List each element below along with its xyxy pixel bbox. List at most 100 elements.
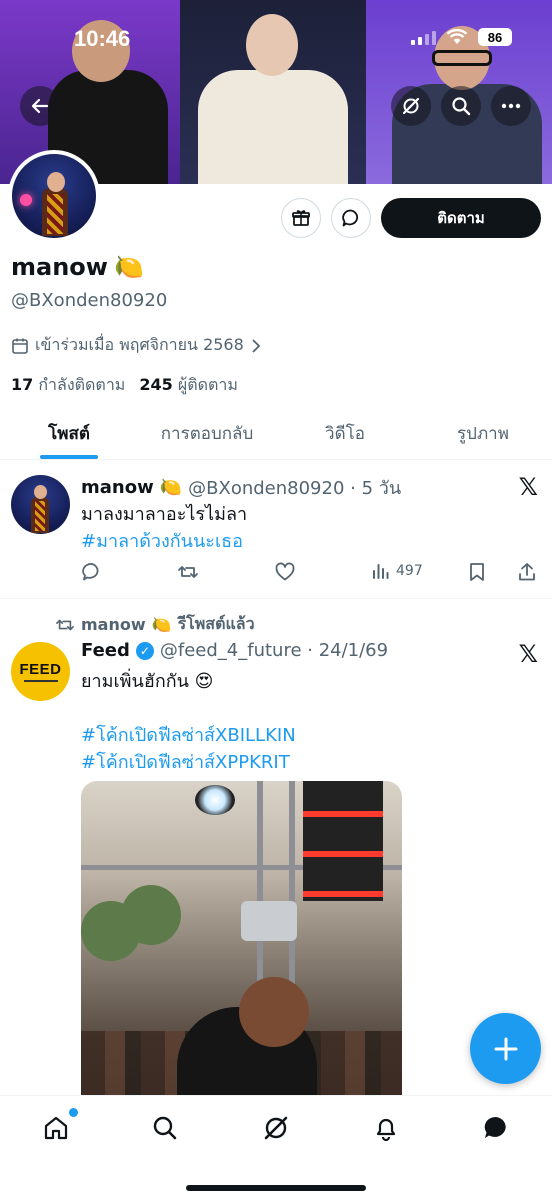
post-author-name[interactable]: Feed (81, 640, 130, 661)
views-button[interactable]: 497 (371, 561, 423, 581)
status-time: 10:46 (74, 26, 131, 51)
tab-photos[interactable]: รูปภาพ (414, 408, 552, 459)
profile-tabs: โพสต์ การตอบกลับ วิดีโอ รูปภาพ (0, 408, 552, 460)
hashtag-link[interactable]: #โค้กเปิดฟีลซ่าส์XPPKRIT (81, 749, 296, 776)
gift-icon (292, 210, 310, 226)
post-text: มาลงมาลาอะไรไม่ลา (81, 504, 248, 525)
lemon-emoji: 🍋 (151, 615, 172, 634)
more-icon (501, 103, 521, 109)
avatar-head (47, 172, 65, 192)
like-button[interactable] (274, 561, 296, 583)
tab-replies[interactable]: การตอบกลับ (138, 408, 276, 459)
led-panel (303, 781, 383, 901)
lemon-emoji: 🍋 (113, 253, 144, 281)
share-icon (519, 563, 535, 581)
post-avatar[interactable]: FEED (11, 642, 70, 701)
avatar-scarf (35, 501, 45, 531)
follow-stats: 17 กำลังติดตาม 245 ผู้ติดตาม (11, 373, 238, 398)
joined-text: เข้าร่วมเมื่อ พฤศจิกายน 2568 (35, 335, 244, 354)
nav-grok[interactable] (258, 1110, 294, 1146)
feed-logo: FEED (19, 661, 62, 678)
grok-icon (264, 1116, 288, 1140)
repost-indicator: manow 🍋 รีโพสต์แล้ว (55, 612, 255, 637)
repost-icon (56, 619, 74, 630)
post-body: มาลงมาลาอะไรไม่ลา #มาลาด้วงกันนะเธอ (81, 501, 247, 555)
search-icon (452, 97, 471, 116)
more-button[interactable] (491, 86, 531, 126)
post-header: Feed ✓ @feed_4_future · 24/1/69 (81, 640, 388, 661)
battery-icon: 86 (478, 28, 512, 46)
bookmark-icon (470, 563, 484, 581)
banner-person-2-body (198, 70, 348, 184)
nav-search[interactable] (147, 1110, 183, 1146)
chevron-right-icon[interactable] (250, 338, 262, 354)
hashtag-link[interactable]: #โค้กเปิดฟีลซ่าส์XBILLKIN (81, 722, 296, 749)
avatar-head (34, 485, 47, 499)
nav-home[interactable] (38, 1108, 78, 1146)
signal-icon (411, 29, 436, 45)
post-handle-time: @BXonden80920 · 5 วัน (188, 478, 402, 499)
post-text: ยามเพิ่นฮักกัน 😍 (81, 671, 214, 692)
bell-icon (376, 1118, 396, 1142)
repost-button[interactable] (177, 561, 199, 583)
share-button[interactable] (517, 561, 537, 583)
x-logo-icon: 𝕏 (518, 473, 538, 501)
avatar-scarf (47, 194, 63, 234)
verified-badge-icon: ✓ (135, 641, 154, 660)
stage-light (195, 785, 235, 815)
x-logo-icon: 𝕏 (518, 640, 538, 668)
bottom-navigation (0, 1095, 552, 1199)
hashtag-link[interactable]: #มาลาด้วงกันนะเธอ (81, 528, 247, 555)
post[interactable]: manow 🍋 @BXonden80920 · 5 วัน 𝕏 มาลงมาลา… (0, 461, 552, 599)
home-icon (44, 1116, 68, 1140)
followers-count: 245 (139, 375, 173, 394)
profile-avatar[interactable] (8, 150, 100, 242)
search-icon (153, 1116, 177, 1140)
repost-icon (178, 566, 198, 578)
tree (121, 885, 181, 945)
following-label: กำลังติดตาม (38, 375, 126, 394)
grok-icon (402, 97, 420, 115)
message-button[interactable] (331, 198, 371, 238)
tab-videos[interactable]: วิดีโอ (276, 408, 414, 459)
post-actions: 497 (81, 561, 541, 583)
post-author-name[interactable]: manow (81, 477, 154, 498)
profile-handle: @BXonden80920 (11, 290, 168, 311)
bookmark-button[interactable] (467, 561, 487, 583)
chat-bubble-icon (342, 209, 359, 227)
led-chevron (303, 857, 383, 897)
post-header: manow 🍋 @BXonden80920 · 5 วัน (81, 473, 401, 502)
joined-date: เข้าร่วมเมื่อ พฤศจิกายน 2568 (11, 333, 262, 358)
nav-notifications[interactable] (368, 1110, 404, 1146)
reply-button[interactable] (81, 561, 103, 583)
post-avatar[interactable] (11, 475, 70, 534)
compose-button[interactable] (470, 1013, 541, 1084)
banner-person-2-head (246, 14, 298, 76)
performer-head (239, 977, 309, 1047)
followers-link[interactable]: 245 ผู้ติดตาม (139, 373, 238, 398)
profile-name: manow 🍋 (11, 253, 144, 281)
back-arrow-icon (31, 98, 49, 114)
led-chevron (303, 817, 383, 857)
post[interactable]: manow 🍋 รีโพสต์แล้ว FEED Feed ✓ @feed_4_… (0, 600, 552, 1095)
following-count: 17 (11, 375, 34, 394)
chat-bubble-icon (484, 1116, 506, 1138)
post-media-image[interactable] (81, 781, 402, 1095)
nav-messages[interactable] (478, 1110, 514, 1146)
search-button[interactable] (441, 86, 481, 126)
status-icons: 86 (411, 28, 512, 46)
tab-posts[interactable]: โพสต์ (0, 408, 138, 459)
repost-by-name[interactable]: manow (81, 615, 146, 634)
back-button[interactable] (20, 86, 60, 126)
notification-dot (69, 1108, 78, 1117)
avatar-glow (20, 194, 32, 206)
gift-button[interactable] (281, 198, 321, 238)
plus-icon (494, 1037, 517, 1060)
follow-button[interactable]: ติดตาม (381, 198, 541, 238)
led-chevron (303, 781, 383, 817)
following-link[interactable]: 17 กำลังติดตาม (11, 373, 125, 398)
grok-button[interactable] (391, 86, 431, 126)
views-count: 497 (396, 563, 423, 579)
heart-icon (275, 562, 295, 581)
feed-logo-underline (23, 680, 58, 682)
